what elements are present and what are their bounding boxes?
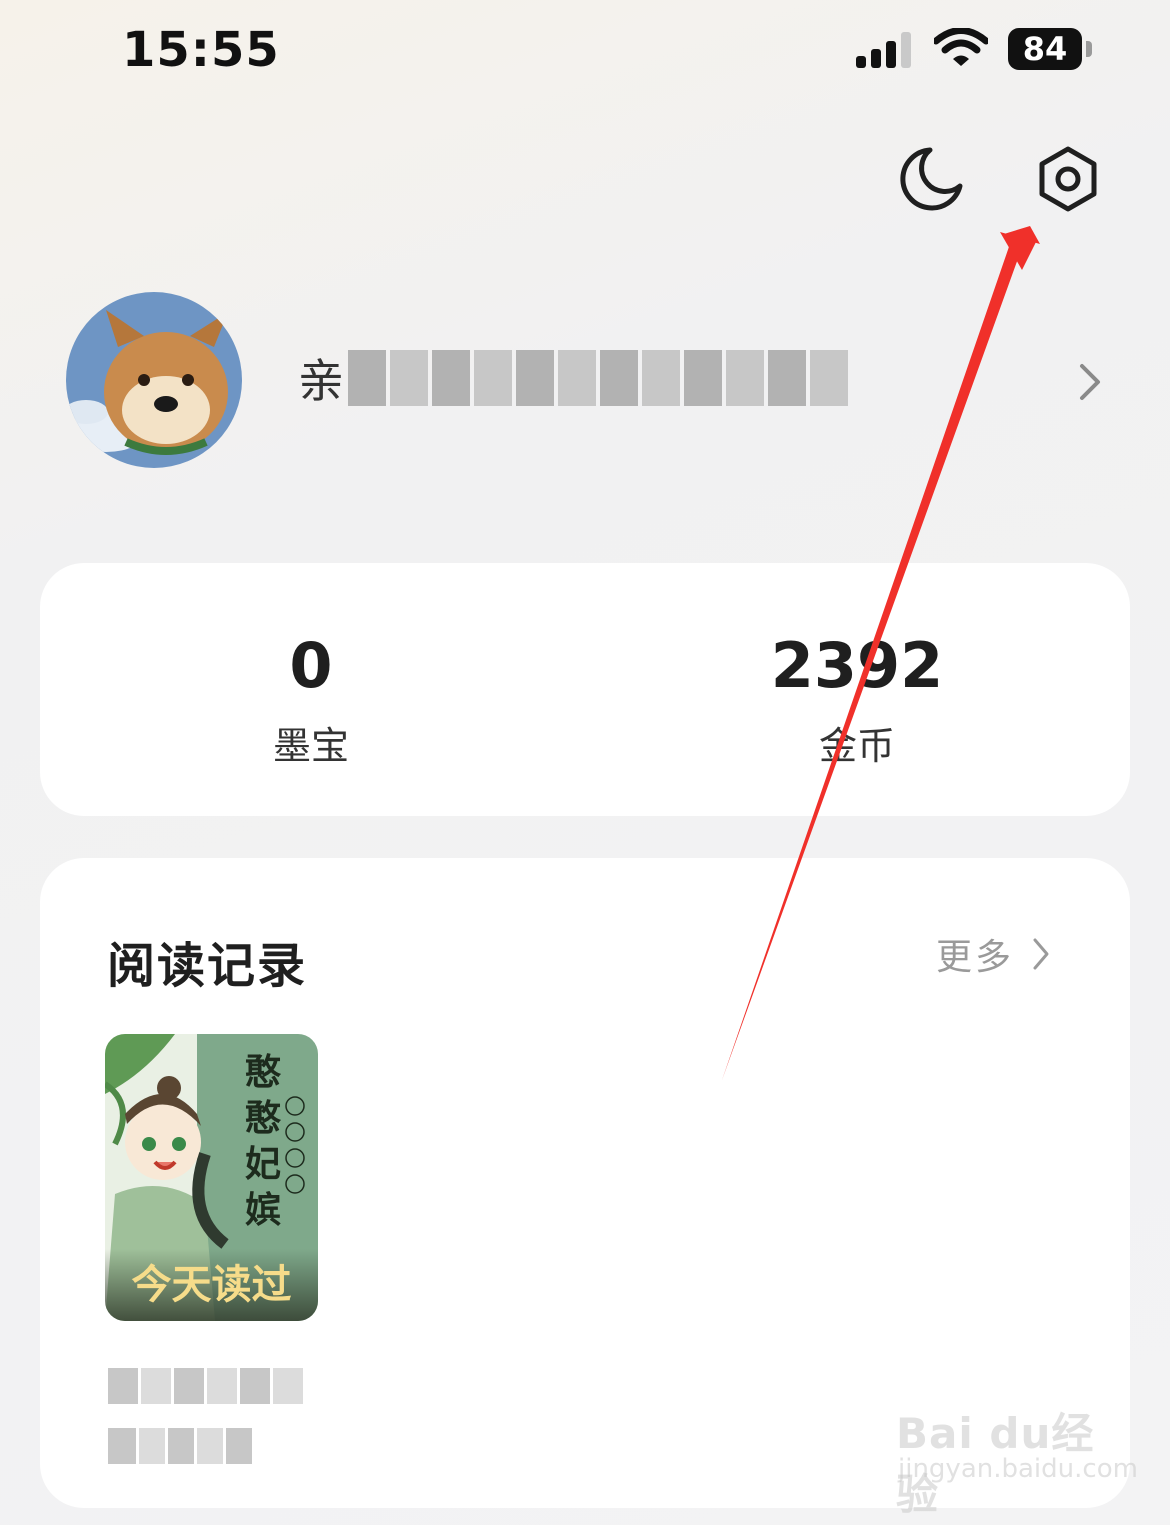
assets-card: 0 墨宝 2392 金币 [40, 563, 1130, 816]
book-cover[interactable]: 憨 憨 妃 嫔 今天读过 [105, 1034, 318, 1321]
asset-mobao[interactable]: 0 墨宝 [201, 631, 421, 770]
username-blurred [348, 350, 848, 406]
avatar[interactable] [66, 292, 242, 468]
section-title: 阅读记录 [107, 938, 308, 994]
watermark: Bai du经验 jingyan.baidu.com [896, 1400, 1138, 1519]
username-visible-char: 亲 [298, 354, 344, 408]
battery-tip [1086, 41, 1092, 57]
svg-text:妃: 妃 [245, 1144, 281, 1185]
svg-text:嫔: 嫔 [245, 1190, 281, 1231]
more-button[interactable]: 更多 [936, 932, 1050, 978]
book-progress-blurred [108, 1428, 252, 1464]
watermark-url: jingyan.baidu.com [898, 1454, 1138, 1484]
asset-label: 墨宝 [272, 724, 349, 768]
asset-value: 2392 [770, 629, 944, 702]
battery-indicator: 84 [1008, 28, 1094, 70]
book-title-blurred [108, 1368, 303, 1404]
asset-coins[interactable]: 2392 金币 [747, 631, 967, 770]
gear-icon[interactable] [1035, 146, 1101, 212]
asset-label: 金币 [818, 724, 895, 768]
read-today-badge: 今天读过 [105, 1249, 318, 1321]
battery-level: 84 [1008, 28, 1082, 70]
wifi-icon [934, 28, 988, 66]
moon-icon[interactable] [898, 146, 964, 212]
asset-value: 0 [289, 629, 333, 702]
chevron-right-icon[interactable] [1076, 362, 1104, 402]
chevron-right-icon [1033, 938, 1049, 970]
status-bar: 15:55 84 [0, 0, 1170, 100]
cellular-signal-icon [856, 32, 911, 68]
cover-title-char: 憨 [245, 1052, 282, 1093]
more-label: 更多 [936, 937, 1015, 978]
svg-text:憨: 憨 [245, 1098, 282, 1139]
profile-row[interactable]: 亲 [66, 292, 1106, 470]
username[interactable]: 亲 [298, 346, 898, 410]
status-time: 15:55 [122, 22, 280, 78]
